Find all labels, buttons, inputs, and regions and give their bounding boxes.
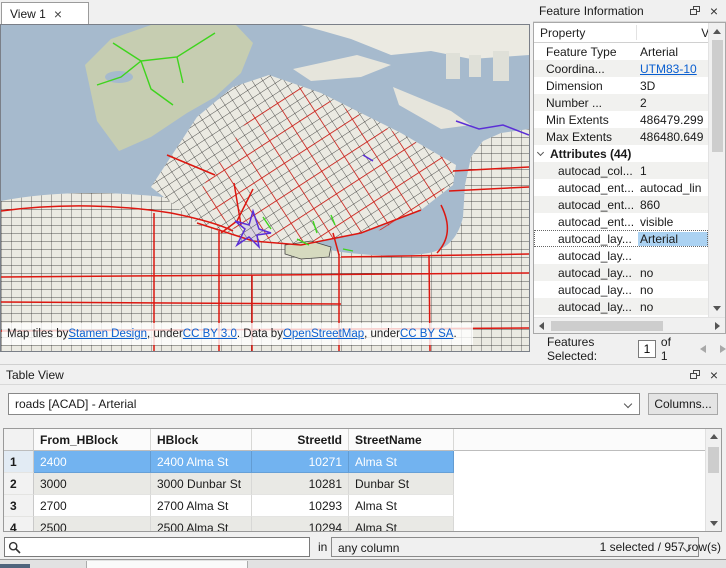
attribution-text: Map tiles by	[7, 328, 68, 340]
attribute-row[interactable]: autocad_lay...	[534, 247, 708, 264]
scroll-up-icon[interactable]	[713, 29, 721, 34]
float-panel-icon[interactable]	[690, 6, 700, 15]
close-panel-icon[interactable]: ×	[710, 370, 718, 380]
property-row[interactable]: Number ...2	[534, 94, 708, 111]
selection-status: 1 selected / 957 row(s)	[600, 540, 721, 554]
row-number: 2	[4, 473, 34, 495]
property-row[interactable]: Max Extents486480.649	[534, 128, 708, 145]
property-grid: Property Value Feature TypeArterial Coor…	[533, 22, 726, 334]
scroll-right-icon[interactable]	[715, 322, 720, 330]
table-header-row: From_HBlock HBlock StreetId StreetName	[4, 429, 705, 451]
feature-count-label: of 1	[661, 335, 678, 363]
tab-close-icon[interactable]: ×	[54, 8, 62, 20]
coordinate-system-link[interactable]: UTM83-10	[638, 62, 708, 76]
scroll-up-icon[interactable]	[710, 434, 718, 439]
tab-view-1[interactable]: View 1 ×	[1, 2, 89, 24]
search-box[interactable]	[4, 537, 310, 557]
bottom-tab[interactable]	[86, 561, 248, 568]
cc-by-link[interactable]: CC BY 3.0	[183, 328, 237, 340]
close-panel-icon[interactable]: ×	[710, 6, 718, 16]
panel-title: Feature Information	[539, 4, 644, 18]
previous-feature-icon[interactable]	[700, 345, 706, 353]
openstreetmap-link[interactable]: OpenStreetMap	[283, 328, 364, 340]
column-header[interactable]: StreetId	[252, 429, 349, 451]
stamen-design-link[interactable]: Stamen Design	[68, 328, 147, 340]
row-number-header	[4, 429, 34, 451]
scroll-left-icon[interactable]	[539, 322, 544, 330]
row-number: 3	[4, 495, 34, 517]
table-view-titlebar: Table View ×	[0, 365, 726, 385]
filter-column-value: any column	[338, 541, 399, 555]
bottom-tab-strip	[0, 559, 726, 568]
column-header[interactable]: From_HBlock	[34, 429, 151, 451]
row-number: 4	[4, 517, 34, 532]
map-viewport[interactable]: Map tiles by Stamen Design , under CC BY…	[0, 24, 530, 352]
vertical-scrollbar[interactable]	[708, 23, 725, 317]
attribute-row[interactable]: autocad_ent...visible	[534, 213, 708, 230]
attribute-row[interactable]: autocad_lay...no	[534, 298, 708, 315]
map-canvas	[1, 25, 529, 351]
property-grid-header: Property Value	[534, 23, 708, 43]
attributes-group-row[interactable]: Attributes (44)	[534, 145, 708, 162]
features-selected-label: Features Selected:	[547, 335, 633, 363]
table-row[interactable]: 2 3000 3000 Dunbar St 10281 Dunbar St	[4, 473, 705, 495]
attribute-row-selected[interactable]: autocad_lay...Arterial	[534, 230, 708, 247]
table-toolbar: roads [ACAD] - Arterial Columns...	[0, 391, 726, 417]
scroll-down-icon[interactable]	[713, 306, 721, 311]
bottom-edge-decoration	[0, 564, 30, 568]
table-row[interactable]: 3 2700 2700 Alma St 10293 Alma St	[4, 495, 705, 517]
attribute-row[interactable]: autocad_lay...no	[534, 281, 708, 298]
table-row-selected[interactable]: 1 2400 2400 Alma St 10271 Alma St	[4, 451, 705, 473]
attribute-row[interactable]: autocad_lay...no	[534, 264, 708, 281]
property-row[interactable]: Feature TypeArterial	[534, 43, 708, 60]
attribute-row[interactable]: autocad_col...1	[534, 162, 708, 179]
panel-title: Table View	[6, 368, 64, 382]
feature-information-panel: Feature Information × Property Value Fea…	[533, 0, 726, 362]
attribute-row[interactable]: autocad_ent...autocad_lin	[534, 179, 708, 196]
tab-label: View 1	[10, 7, 46, 21]
scrollbar-thumb[interactable]	[712, 40, 723, 152]
feature-index-input[interactable]	[638, 340, 656, 358]
row-number: 1	[4, 451, 34, 473]
scrollbar-thumb[interactable]	[708, 447, 719, 473]
table-view-panel: Table View × roads [ACAD] - Arterial Col…	[0, 364, 726, 568]
vertical-scrollbar[interactable]	[705, 429, 721, 531]
next-feature-icon[interactable]	[720, 345, 726, 353]
column-header[interactable]: StreetName	[349, 429, 454, 451]
features-selected-bar: Features Selected: of 1	[533, 336, 726, 362]
data-table: From_HBlock HBlock StreetId StreetName 1…	[3, 428, 722, 532]
table-row[interactable]: 4 2500 2500 Alma St 10294 Alma St	[4, 517, 705, 532]
scrollbar-thumb[interactable]	[551, 321, 663, 331]
property-row[interactable]: Min Extents486479.299	[534, 111, 708, 128]
feature-information-titlebar: Feature Information ×	[533, 0, 726, 22]
float-panel-icon[interactable]	[690, 370, 700, 379]
feature-source-select[interactable]: roads [ACAD] - Arterial	[8, 393, 640, 415]
view-tab-bar: View 1 ×	[0, 0, 531, 24]
chevron-down-icon	[624, 400, 632, 408]
horizontal-scrollbar[interactable]	[534, 317, 725, 333]
map-attribution: Map tiles by Stamen Design , under CC BY…	[2, 323, 473, 345]
search-input[interactable]	[23, 539, 307, 555]
in-label: in	[318, 540, 327, 554]
scroll-down-icon[interactable]	[710, 521, 718, 526]
columns-button[interactable]: Columns...	[648, 393, 718, 415]
property-row[interactable]: Dimension3D	[534, 77, 708, 94]
search-icon	[8, 541, 21, 554]
property-column-header: Property	[540, 26, 641, 40]
feature-source-value: roads [ACAD] - Arterial	[15, 397, 136, 411]
cc-by-sa-link[interactable]: CC BY SA	[400, 328, 453, 340]
table-filter-bar: in any column 1 selected / 957 row(s)	[0, 537, 726, 557]
attribute-row[interactable]: autocad_ent...860	[534, 196, 708, 213]
property-row[interactable]: Coordina...UTM83-10	[534, 60, 708, 77]
column-header[interactable]: HBlock	[151, 429, 252, 451]
